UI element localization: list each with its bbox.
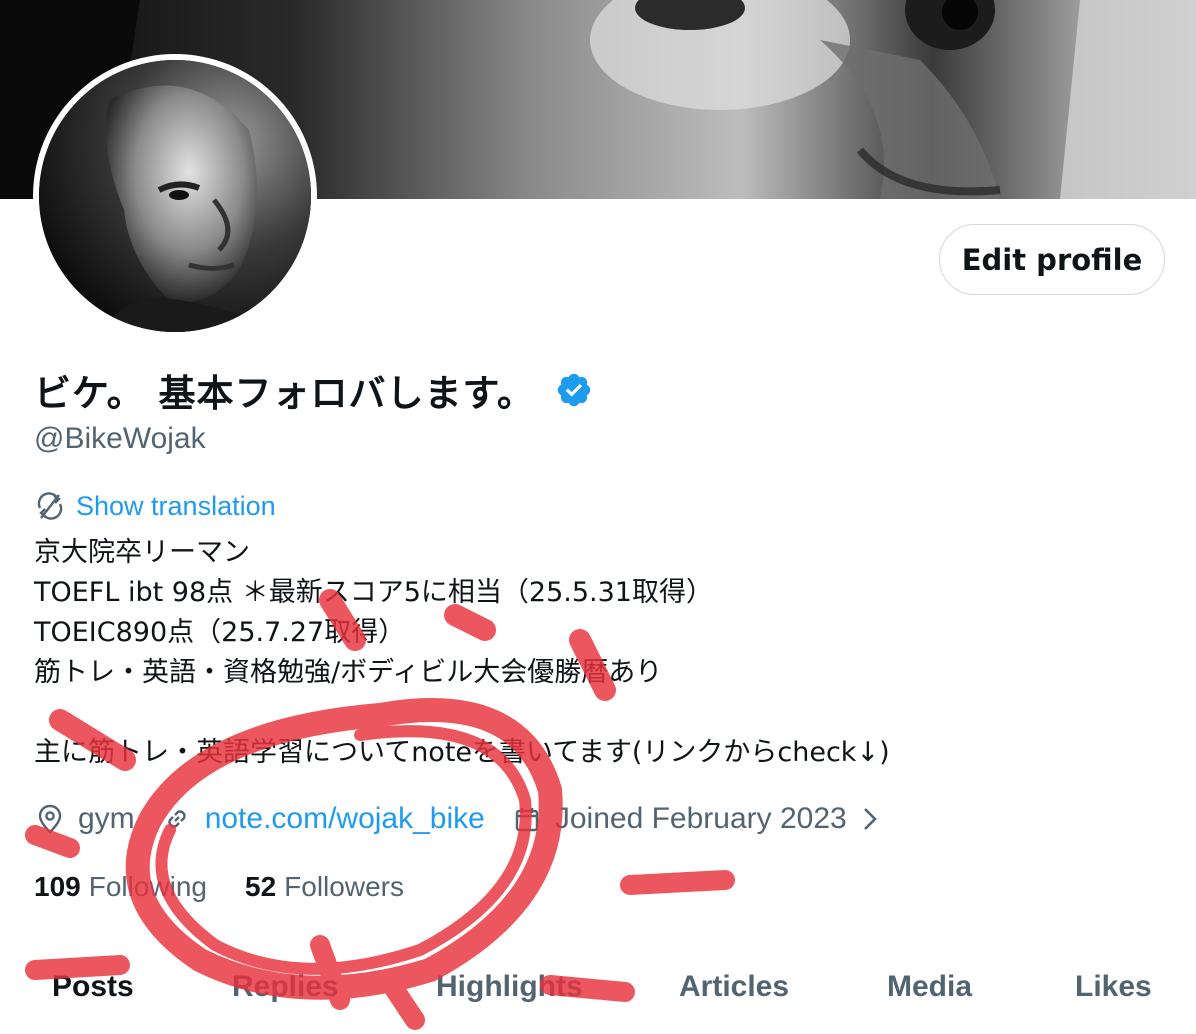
profile-bio: 京大院卒リーマン TOEFL ibt 98点 ＊最新スコア5に相当（25.5.3… xyxy=(34,533,1164,773)
bio-line: TOEFL ibt 98点 ＊最新スコア5に相当（25.5.31取得） xyxy=(34,577,713,608)
website-link[interactable]: note.com/wojak_bike xyxy=(205,802,485,836)
display-name: ビケ。 基本フォロバします。 xyxy=(34,372,535,415)
bio-line: 主に筋トレ・英語学習についてnoteを書いてます(リンクからcheck↓) xyxy=(34,737,890,768)
followers-label: Followers xyxy=(284,871,404,902)
following-count: 109 xyxy=(34,871,81,902)
website-item[interactable]: note.com/wojak_bike xyxy=(161,802,485,836)
bio-line: TOEIC890点（25.7.27取得） xyxy=(34,617,406,648)
tab-highlights[interactable]: Highlights xyxy=(436,970,583,1004)
tab-posts[interactable]: Posts xyxy=(52,970,134,1004)
profile-avatar[interactable] xyxy=(33,54,317,338)
show-translation-link[interactable]: Show translation xyxy=(34,490,276,522)
link-icon xyxy=(168,810,186,828)
profile-name-row: ビケ。 基本フォロバします。 xyxy=(34,365,593,415)
location-text: gym xyxy=(78,802,135,835)
tab-media[interactable]: Media xyxy=(887,970,972,1004)
following-label: Following xyxy=(88,871,207,902)
calendar-icon xyxy=(515,808,539,832)
location-item: gym xyxy=(34,802,135,836)
tab-likes[interactable]: Likes xyxy=(1075,970,1152,1004)
profile-handle: @BikeWojak xyxy=(34,422,206,455)
followers-count: 52 xyxy=(245,871,277,902)
translate-icon xyxy=(37,492,63,520)
bio-line-blank xyxy=(34,693,1164,733)
verified-badge-icon[interactable] xyxy=(555,371,593,409)
profile-meta-row: gym note.com/wojak_bike Joined February … xyxy=(34,798,881,840)
edit-profile-button[interactable]: Edit profile xyxy=(939,224,1165,295)
chevron-right-icon[interactable] xyxy=(859,805,881,833)
joined-item[interactable]: Joined February 2023 xyxy=(511,802,881,836)
tab-articles[interactable]: Articles xyxy=(679,970,789,1004)
joined-text: Joined February 2023 xyxy=(554,802,847,835)
profile-tabs: Posts Replies Highlights Articles Media … xyxy=(0,958,1196,1024)
follow-stats-row: 109 Following 52 Followers xyxy=(34,866,404,908)
location-pin-icon xyxy=(38,804,62,834)
followers-link[interactable]: 52 Followers xyxy=(245,871,404,903)
following-link[interactable]: 109 Following xyxy=(34,871,207,903)
bio-line: 筋トレ・英語・資格勉強/ボディビル大会優勝暦あり xyxy=(34,657,663,688)
tab-replies[interactable]: Replies xyxy=(232,970,339,1004)
bio-line: 京大院卒リーマン xyxy=(34,537,250,568)
show-translation-text[interactable]: Show translation xyxy=(76,491,276,522)
